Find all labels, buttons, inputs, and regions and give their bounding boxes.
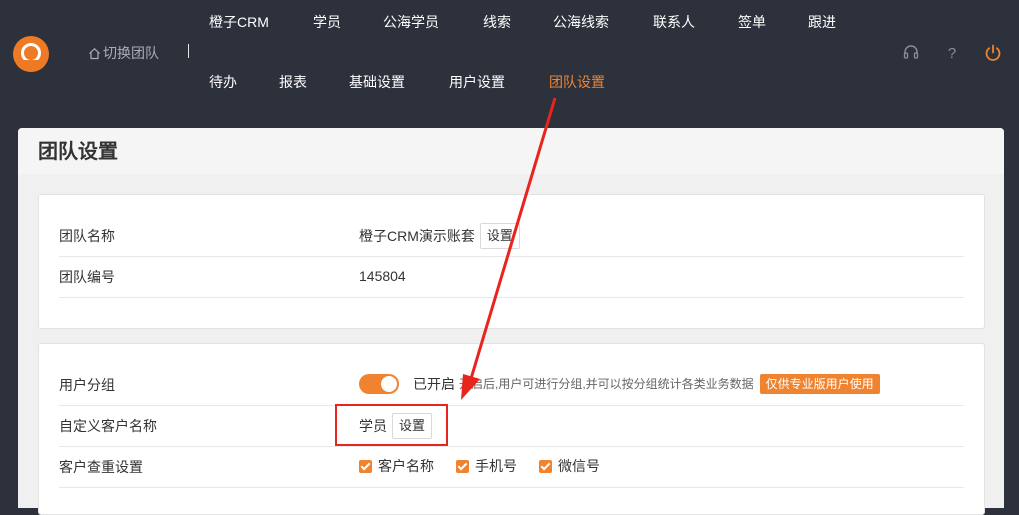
nav-public-leads[interactable]: 公海线索 [553,12,609,32]
page-header: 团队设置 [18,128,1004,174]
dedupe-label: 客户查重设置 [59,459,143,475]
user-group-toggle[interactable] [359,374,399,394]
nav-team-settings[interactable]: 团队设置 [549,72,605,92]
team-name-set-button[interactable]: 设置 [479,223,520,249]
team-id-value: 145804 [359,268,406,284]
nav-todo[interactable]: 待办 [209,72,237,92]
team-name-label: 团队名称 [59,228,115,244]
headset-icon[interactable] [902,44,920,62]
main-content: 团队设置 团队名称 橙子CRM演示账套 设置 团队编号 145804 用户分组 … [18,128,1004,515]
nav-public-students[interactable]: 公海学员 [383,12,439,32]
custom-name-label: 自定义客户名称 [59,418,157,434]
pro-only-badge: 仅供专业版用户使用 [759,374,880,394]
dedupe-customer-name-checkbox[interactable]: 客户名称 [359,456,434,476]
settings-card: 用户分组 已开启 开启后,用户可进行分组,并可以按分组统计各类业务数据 仅供专业… [38,343,985,515]
team-id-row: 团队编号 145804 [59,256,964,298]
nav-basic-settings[interactable]: 基础设置 [349,72,405,92]
help-icon[interactable]: ? [943,44,961,62]
team-id-label: 团队编号 [59,269,115,285]
svg-text:?: ? [948,45,956,62]
custom-name-row: 自定义客户名称 学员 设置 [59,405,964,447]
page-title: 团队设置 [38,141,118,163]
power-icon[interactable] [984,44,1002,62]
nav-user-settings[interactable]: 用户设置 [449,72,505,92]
team-name-row: 团队名称 橙子CRM演示账套 设置 [59,215,964,257]
dedupe-phone-checkbox[interactable]: 手机号 [456,456,517,476]
user-group-hint: 开启后,用户可进行分组,并可以按分组统计各类业务数据 [459,377,754,391]
user-group-row: 用户分组 已开启 开启后,用户可进行分组,并可以按分组统计各类业务数据 仅供专业… [59,364,964,406]
nav-contracts[interactable]: 签单 [738,12,766,32]
nav-orange-crm[interactable]: 橙子CRM [209,12,269,32]
top-navbar: 切换团队 橙子CRM 学员 公海学员 线索 公海线索 联系人 签单 跟进 待办 … [0,0,1019,112]
nav-followups[interactable]: 跟进 [808,12,836,32]
switch-team-label: 切换团队 [103,45,159,61]
home-icon [89,47,100,59]
nav-divider [188,44,189,58]
user-group-label: 用户分组 [59,377,115,393]
team-name-value: 橙子CRM演示账套 [359,228,475,244]
nav-reports[interactable]: 报表 [279,72,307,92]
nav-students[interactable]: 学员 [313,12,341,32]
nav-contacts[interactable]: 联系人 [653,12,695,32]
dedupe-row: 客户查重设置 客户名称 手机号 微信号 [59,446,964,488]
annotation-highlight-box [335,404,448,446]
user-group-state: 已开启 [413,376,455,392]
dedupe-wechat-checkbox[interactable]: 微信号 [539,456,600,476]
team-info-card: 团队名称 橙子CRM演示账套 设置 团队编号 145804 [38,194,985,329]
nav-leads[interactable]: 线索 [483,12,511,32]
switch-team-button[interactable]: 切换团队 [88,44,159,62]
orange-logo-icon[interactable] [13,36,49,72]
